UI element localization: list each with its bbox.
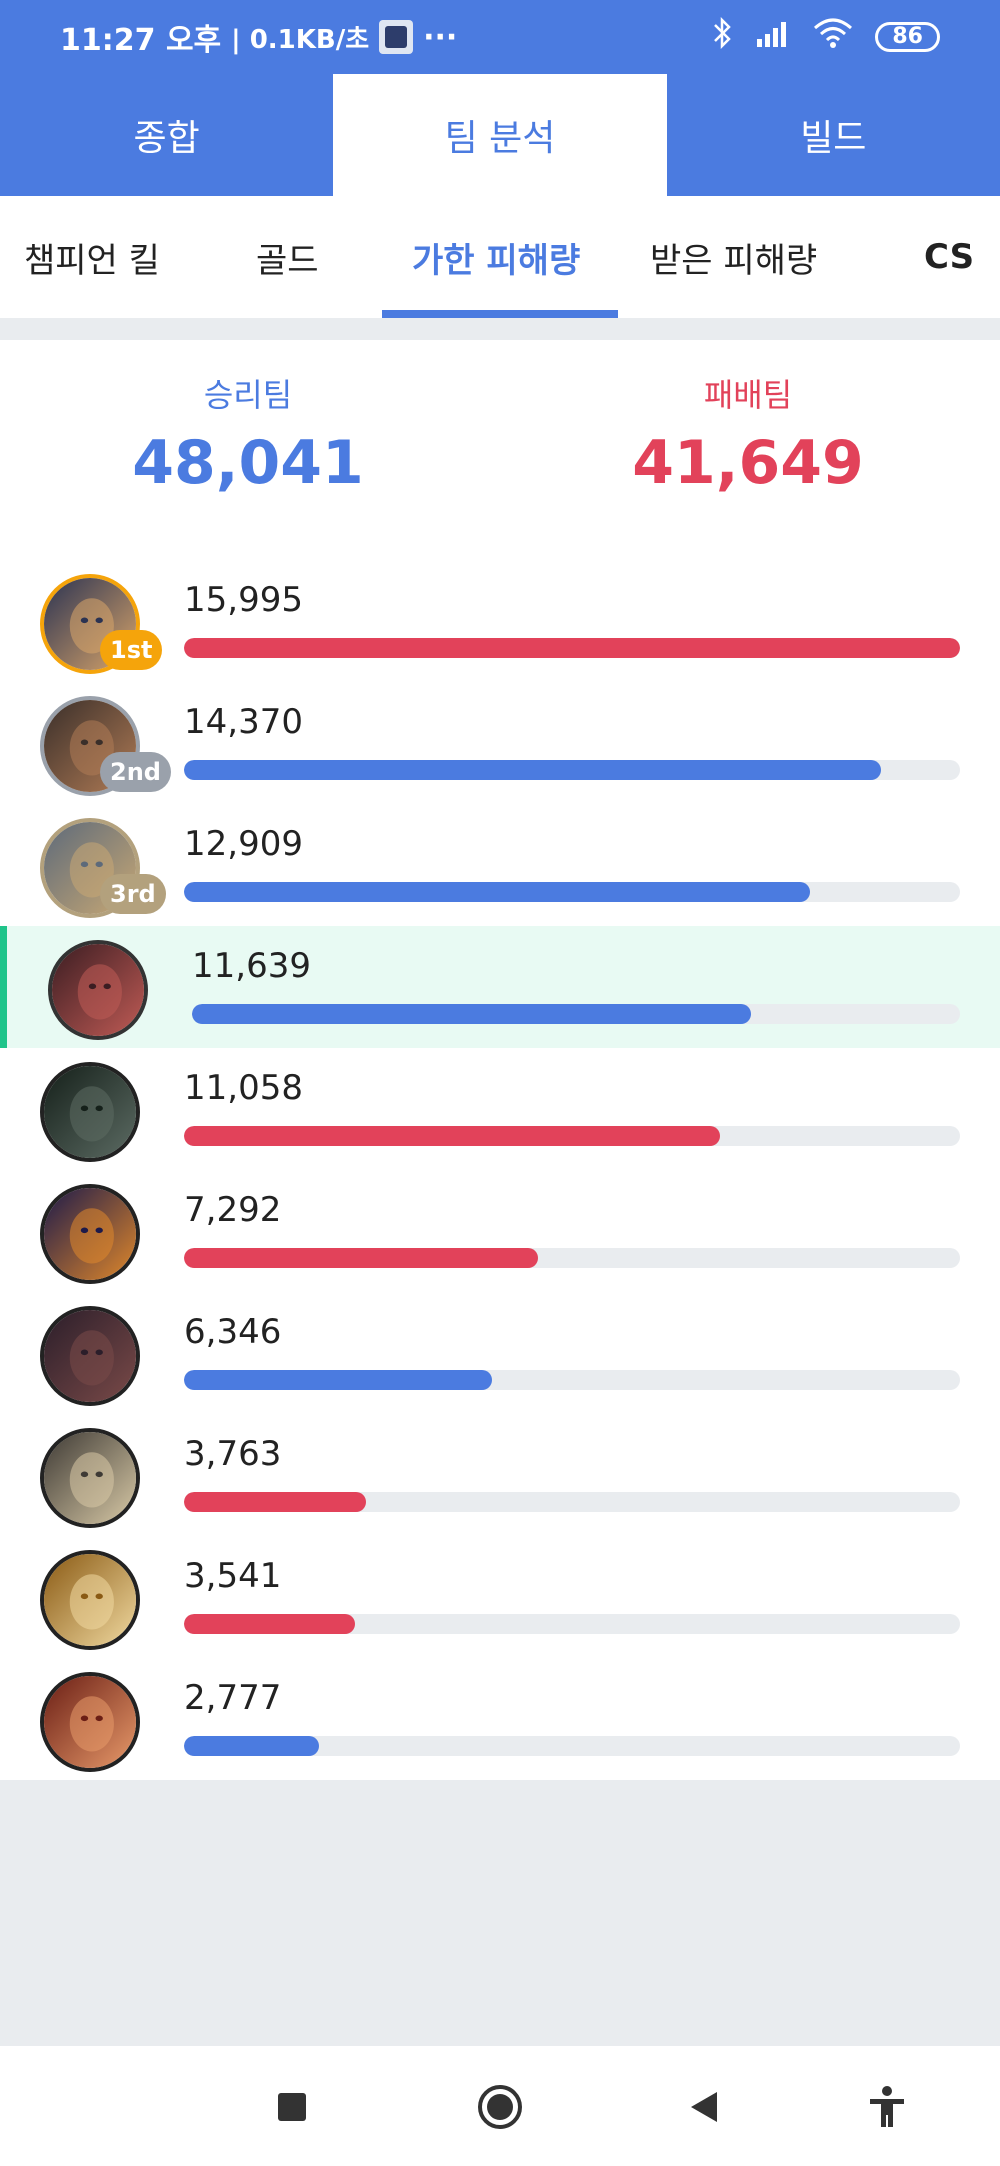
- winning-team-label: 승리팀: [203, 376, 293, 414]
- battery-icon: 86: [875, 22, 940, 52]
- subtab-cs[interactable]: CS: [924, 196, 974, 318]
- rank-badge: 1st: [100, 630, 163, 670]
- losing-team-total: 41,649: [632, 428, 864, 498]
- damage-bar-track: [184, 1370, 960, 1390]
- top-tab-bar: 종합 팀 분석 빌드: [0, 74, 1000, 196]
- rank-badge: 2nd: [100, 752, 171, 792]
- back-icon[interactable]: [680, 2082, 730, 2132]
- damage-panel: 승리팀 48,041 패배팀 41,649 1st 15,995 2nd 14,370…: [0, 340, 1000, 1780]
- champion-avatar[interactable]: [40, 1306, 140, 1406]
- section-divider: [0, 318, 1000, 340]
- champion-avatar[interactable]: [40, 1062, 140, 1162]
- damage-bar-track: [192, 1004, 960, 1024]
- player-row[interactable]: 3rd 12,909: [0, 804, 1000, 926]
- damage-bar-track: [184, 1492, 960, 1512]
- damage-bar-track: [184, 638, 960, 658]
- winning-team-total: 48,041: [132, 428, 364, 498]
- damage-value: 12,909: [184, 824, 303, 864]
- app-notification-icon: [379, 20, 414, 54]
- player-row[interactable]: 3,541: [0, 1536, 1000, 1658]
- player-row[interactable]: 6,346: [0, 1292, 1000, 1414]
- player-row[interactable]: 1st 15,995: [0, 560, 1000, 682]
- winning-team-summary: 승리팀 48,041: [48, 370, 448, 498]
- damage-bar-fill: [184, 1492, 367, 1512]
- damage-value: 3,763: [184, 1434, 282, 1474]
- damage-bar-track: [184, 1126, 960, 1146]
- damage-value: 15,995: [184, 580, 303, 620]
- home-icon[interactable]: [475, 2082, 525, 2132]
- damage-bar-track: [184, 1736, 960, 1756]
- champion-avatar[interactable]: [40, 1184, 140, 1284]
- losing-team-summary: 패배팀 41,649: [548, 370, 948, 498]
- damage-bar-fill: [184, 1736, 320, 1756]
- champion-avatar[interactable]: [40, 1550, 140, 1650]
- damage-bar-fill: [184, 1126, 721, 1146]
- active-tab-indicator: [382, 310, 618, 318]
- subtab-damage-taken[interactable]: 받은 피해량: [650, 196, 817, 318]
- damage-bar-fill: [184, 760, 881, 780]
- champion-avatar[interactable]: [40, 1428, 140, 1528]
- damage-value: 11,639: [192, 946, 311, 986]
- signal-icon: [755, 19, 791, 55]
- subtab-champion-kills[interactable]: 챔피언 킬: [24, 196, 160, 318]
- player-row[interactable]: 7,292: [0, 1170, 1000, 1292]
- tab-build[interactable]: 빌드: [667, 74, 1000, 196]
- damage-bar-fill: [184, 882, 811, 902]
- player-row[interactable]: 3,763: [0, 1414, 1000, 1536]
- bluetooth-icon: [711, 16, 733, 57]
- damage-bar-fill: [184, 638, 960, 658]
- wifi-icon: [813, 18, 853, 56]
- damage-bar-fill: [192, 1004, 752, 1024]
- tab-overview[interactable]: 종합: [0, 74, 333, 196]
- player-row[interactable]: 11,058: [0, 1048, 1000, 1170]
- damage-value: 11,058: [184, 1068, 303, 1108]
- damage-bar-fill: [184, 1248, 538, 1268]
- losing-team-label: 패배팀: [703, 376, 793, 414]
- damage-value: 3,541: [184, 1556, 282, 1596]
- damage-bar-track: [184, 760, 960, 780]
- damage-value: 2,777: [184, 1678, 282, 1718]
- status-time: 11:27 오후: [60, 23, 222, 58]
- status-net-speed: | 0.1KB/초: [231, 24, 370, 55]
- subtab-gold[interactable]: 골드: [256, 196, 319, 318]
- rank-badge: 3rd: [100, 874, 166, 914]
- status-bar: 11:27 오후 | 0.1KB/초 ··· 86: [0, 0, 1000, 74]
- system-nav-bar: [0, 2046, 1000, 2166]
- player-row[interactable]: 2nd 14,370: [0, 682, 1000, 804]
- player-row[interactable]: 2,777: [0, 1658, 1000, 1780]
- damage-value: 14,370: [184, 702, 303, 742]
- accessibility-icon[interactable]: [862, 2082, 912, 2132]
- damage-bar-track: [184, 1248, 960, 1268]
- champion-avatar[interactable]: [48, 940, 148, 1040]
- damage-value: 6,346: [184, 1312, 282, 1352]
- sub-tab-bar: 챔피언 킬 골드 가한 피해량 받은 피해량 CS: [0, 196, 1000, 318]
- subtab-damage-dealt[interactable]: 가한 피해량: [412, 196, 580, 318]
- tab-team-analysis[interactable]: 팀 분석: [333, 74, 667, 196]
- recent-apps-icon[interactable]: [267, 2082, 317, 2132]
- champion-avatar[interactable]: [40, 1672, 140, 1772]
- damage-bar-fill: [184, 1614, 356, 1634]
- status-more: ···: [423, 19, 458, 55]
- damage-bar-fill: [184, 1370, 493, 1390]
- player-row[interactable]: 11,639: [0, 926, 1000, 1048]
- damage-bar-track: [184, 882, 960, 902]
- damage-bar-track: [184, 1614, 960, 1634]
- damage-value: 7,292: [184, 1190, 282, 1230]
